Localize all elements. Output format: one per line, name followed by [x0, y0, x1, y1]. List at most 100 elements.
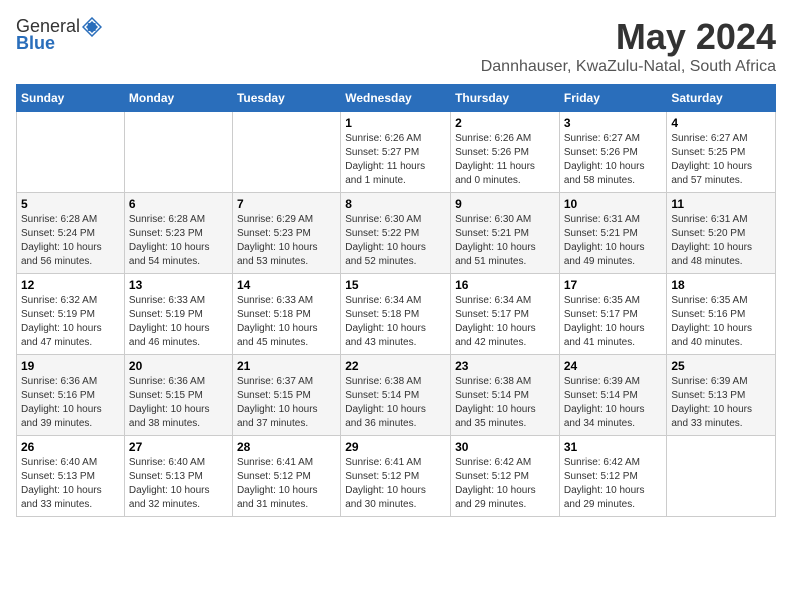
day-info: Sunrise: 6:26 AM Sunset: 5:26 PM Dayligh… [455, 132, 555, 188]
day-number: 22 [345, 359, 446, 373]
day-number: 13 [129, 278, 228, 292]
weekday-header: Wednesday [341, 85, 451, 112]
calendar-week-row: 26 Sunrise: 6:40 AM Sunset: 5:13 PM Dayli… [17, 436, 776, 517]
day-number: 18 [671, 278, 771, 292]
day-info: Sunrise: 6:38 AM Sunset: 5:14 PM Dayligh… [345, 375, 446, 431]
calendar-cell: 30 Sunrise: 6:42 AM Sunset: 5:12 PM Dayli… [451, 436, 560, 517]
logo: General Blue [16, 16, 102, 54]
calendar-cell: 24 Sunrise: 6:39 AM Sunset: 5:14 PM Dayli… [559, 355, 667, 436]
day-info: Sunrise: 6:30 AM Sunset: 5:22 PM Dayligh… [345, 213, 446, 269]
day-number: 24 [564, 359, 663, 373]
calendar-cell: 22 Sunrise: 6:38 AM Sunset: 5:14 PM Dayli… [341, 355, 451, 436]
calendar-cell [17, 112, 125, 193]
calendar-cell: 21 Sunrise: 6:37 AM Sunset: 5:15 PM Dayli… [232, 355, 340, 436]
calendar-cell: 27 Sunrise: 6:40 AM Sunset: 5:13 PM Dayli… [124, 436, 232, 517]
day-info: Sunrise: 6:35 AM Sunset: 5:16 PM Dayligh… [671, 294, 771, 350]
day-number: 7 [237, 197, 336, 211]
day-info: Sunrise: 6:39 AM Sunset: 5:13 PM Dayligh… [671, 375, 771, 431]
day-number: 9 [455, 197, 555, 211]
weekday-header: Monday [124, 85, 232, 112]
day-number: 14 [237, 278, 336, 292]
day-number: 4 [671, 116, 771, 130]
calendar-cell: 15Sunrise: 6:34 AM Sunset: 5:18 PM Dayli… [341, 274, 451, 355]
weekday-header: Saturday [667, 85, 776, 112]
weekday-header: Friday [559, 85, 667, 112]
location-title: Dannhauser, KwaZulu-Natal, South Africa [481, 58, 776, 76]
day-info: Sunrise: 6:33 AM Sunset: 5:19 PM Dayligh… [129, 294, 228, 350]
calendar-cell: 12Sunrise: 6:32 AM Sunset: 5:19 PM Dayli… [17, 274, 125, 355]
day-info: Sunrise: 6:31 AM Sunset: 5:20 PM Dayligh… [671, 213, 771, 269]
day-info: Sunrise: 6:31 AM Sunset: 5:21 PM Dayligh… [564, 213, 663, 269]
calendar-cell: 8 Sunrise: 6:30 AM Sunset: 5:22 PM Daylig… [341, 193, 451, 274]
day-number: 29 [345, 440, 446, 454]
calendar-cell: 14 Sunrise: 6:33 AM Sunset: 5:18 PM Dayli… [232, 274, 340, 355]
calendar-cell: 28Sunrise: 6:41 AM Sunset: 5:12 PM Dayli… [232, 436, 340, 517]
day-number: 17 [564, 278, 663, 292]
calendar-cell: 2 Sunrise: 6:26 AM Sunset: 5:26 PM Daylig… [451, 112, 560, 193]
calendar-week-row: 1 Sunrise: 6:26 AM Sunset: 5:27 PM Daylig… [17, 112, 776, 193]
day-info: Sunrise: 6:36 AM Sunset: 5:15 PM Dayligh… [129, 375, 228, 431]
day-info: Sunrise: 6:33 AM Sunset: 5:18 PM Dayligh… [237, 294, 336, 350]
day-info: Sunrise: 6:27 AM Sunset: 5:25 PM Dayligh… [671, 132, 771, 188]
day-number: 6 [129, 197, 228, 211]
calendar-cell: 26 Sunrise: 6:40 AM Sunset: 5:13 PM Dayli… [17, 436, 125, 517]
day-info: Sunrise: 6:27 AM Sunset: 5:26 PM Dayligh… [564, 132, 663, 188]
calendar-cell: 9Sunrise: 6:30 AM Sunset: 5:21 PM Daylig… [451, 193, 560, 274]
calendar-table: SundayMondayTuesdayWednesdayThursdayFrid… [16, 84, 776, 517]
calendar-cell: 1 Sunrise: 6:26 AM Sunset: 5:27 PM Daylig… [341, 112, 451, 193]
calendar-cell: 23 Sunrise: 6:38 AM Sunset: 5:14 PM Dayli… [451, 355, 560, 436]
calendar-cell [232, 112, 340, 193]
calendar-cell: 17 Sunrise: 6:35 AM Sunset: 5:17 PM Dayli… [559, 274, 667, 355]
day-number: 19 [21, 359, 120, 373]
logo-icon [82, 17, 102, 37]
calendar-cell [667, 436, 776, 517]
day-info: Sunrise: 6:28 AM Sunset: 5:24 PM Dayligh… [21, 213, 120, 269]
day-number: 28 [237, 440, 336, 454]
day-info: Sunrise: 6:29 AM Sunset: 5:23 PM Dayligh… [237, 213, 336, 269]
day-number: 30 [455, 440, 555, 454]
day-info: Sunrise: 6:41 AM Sunset: 5:12 PM Dayligh… [345, 456, 446, 512]
day-number: 26 [21, 440, 120, 454]
day-number: 27 [129, 440, 228, 454]
day-number: 23 [455, 359, 555, 373]
day-number: 16 [455, 278, 555, 292]
day-number: 15 [345, 278, 446, 292]
day-number: 31 [564, 440, 663, 454]
day-number: 20 [129, 359, 228, 373]
day-info: Sunrise: 6:38 AM Sunset: 5:14 PM Dayligh… [455, 375, 555, 431]
calendar-cell: 4 Sunrise: 6:27 AM Sunset: 5:25 PM Daylig… [667, 112, 776, 193]
day-number: 21 [237, 359, 336, 373]
day-number: 8 [345, 197, 446, 211]
day-number: 25 [671, 359, 771, 373]
day-info: Sunrise: 6:32 AM Sunset: 5:19 PM Dayligh… [21, 294, 120, 350]
logo-blue: Blue [16, 33, 55, 54]
calendar-cell [124, 112, 232, 193]
day-number: 11 [671, 197, 771, 211]
calendar-week-row: 5Sunrise: 6:28 AM Sunset: 5:24 PM Daylig… [17, 193, 776, 274]
calendar-cell: 3Sunrise: 6:27 AM Sunset: 5:26 PM Daylig… [559, 112, 667, 193]
day-number: 1 [345, 116, 446, 130]
day-info: Sunrise: 6:26 AM Sunset: 5:27 PM Dayligh… [345, 132, 446, 188]
calendar-cell: 25 Sunrise: 6:39 AM Sunset: 5:13 PM Dayli… [667, 355, 776, 436]
day-number: 10 [564, 197, 663, 211]
day-number: 2 [455, 116, 555, 130]
calendar-cell: 19Sunrise: 6:36 AM Sunset: 5:16 PM Dayli… [17, 355, 125, 436]
calendar-cell: 11 Sunrise: 6:31 AM Sunset: 5:20 PM Dayli… [667, 193, 776, 274]
day-info: Sunrise: 6:34 AM Sunset: 5:17 PM Dayligh… [455, 294, 555, 350]
calendar-cell: 20 Sunrise: 6:36 AM Sunset: 5:15 PM Dayli… [124, 355, 232, 436]
day-info: Sunrise: 6:40 AM Sunset: 5:13 PM Dayligh… [21, 456, 120, 512]
calendar-cell: 18 Sunrise: 6:35 AM Sunset: 5:16 PM Dayli… [667, 274, 776, 355]
weekday-header-row: SundayMondayTuesdayWednesdayThursdayFrid… [17, 85, 776, 112]
calendar-week-row: 19Sunrise: 6:36 AM Sunset: 5:16 PM Dayli… [17, 355, 776, 436]
day-info: Sunrise: 6:35 AM Sunset: 5:17 PM Dayligh… [564, 294, 663, 350]
calendar-week-row: 12Sunrise: 6:32 AM Sunset: 5:19 PM Dayli… [17, 274, 776, 355]
day-info: Sunrise: 6:39 AM Sunset: 5:14 PM Dayligh… [564, 375, 663, 431]
month-title: May 2024 [481, 16, 776, 58]
day-info: Sunrise: 6:40 AM Sunset: 5:13 PM Dayligh… [129, 456, 228, 512]
day-info: Sunrise: 6:42 AM Sunset: 5:12 PM Dayligh… [455, 456, 555, 512]
weekday-header: Sunday [17, 85, 125, 112]
calendar-cell: 13 Sunrise: 6:33 AM Sunset: 5:19 PM Dayli… [124, 274, 232, 355]
calendar-cell: 6Sunrise: 6:28 AM Sunset: 5:23 PM Daylig… [124, 193, 232, 274]
calendar-cell: 10 Sunrise: 6:31 AM Sunset: 5:21 PM Dayli… [559, 193, 667, 274]
day-info: Sunrise: 6:37 AM Sunset: 5:15 PM Dayligh… [237, 375, 336, 431]
